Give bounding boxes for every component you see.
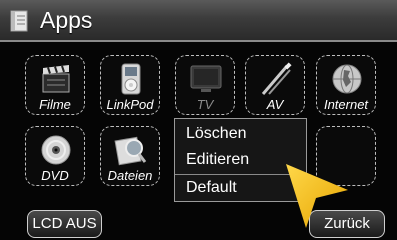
lcd-off-button[interactable]: LCD AUS (27, 210, 102, 238)
tile-label: AV (266, 97, 284, 112)
title-bar: Apps (0, 0, 397, 42)
ipod-icon (121, 63, 141, 95)
disc-icon (41, 135, 71, 165)
tv-icon (190, 65, 222, 92)
tile-label: Dateien (107, 168, 153, 183)
tile-label: TV (196, 97, 214, 112)
av-cable-icon (261, 62, 292, 95)
tile-tv[interactable]: TV (175, 55, 235, 115)
tile-av[interactable]: AV (245, 55, 305, 115)
cursor-arrow-icon (286, 164, 348, 228)
document-icon (10, 10, 28, 32)
clapperboard-icon (42, 65, 70, 93)
tile-label: DVD (41, 168, 69, 183)
tile-label: LinkPod (106, 97, 154, 112)
magnifier-icon (114, 136, 147, 166)
tile-label: Internet (323, 97, 369, 112)
page-title: Apps (40, 7, 93, 33)
tile-linkpod[interactable]: LinkPod (100, 55, 160, 115)
tile-label: Filme (39, 97, 71, 112)
menu-item-loeschen[interactable]: Löschen (175, 121, 306, 147)
tile-internet[interactable]: Internet (316, 55, 376, 115)
tile-dateien[interactable]: Dateien (100, 126, 160, 186)
globe-icon (332, 64, 362, 94)
tile-dvd[interactable]: DVD (25, 126, 85, 186)
tile-filme[interactable]: Filme (25, 55, 85, 115)
